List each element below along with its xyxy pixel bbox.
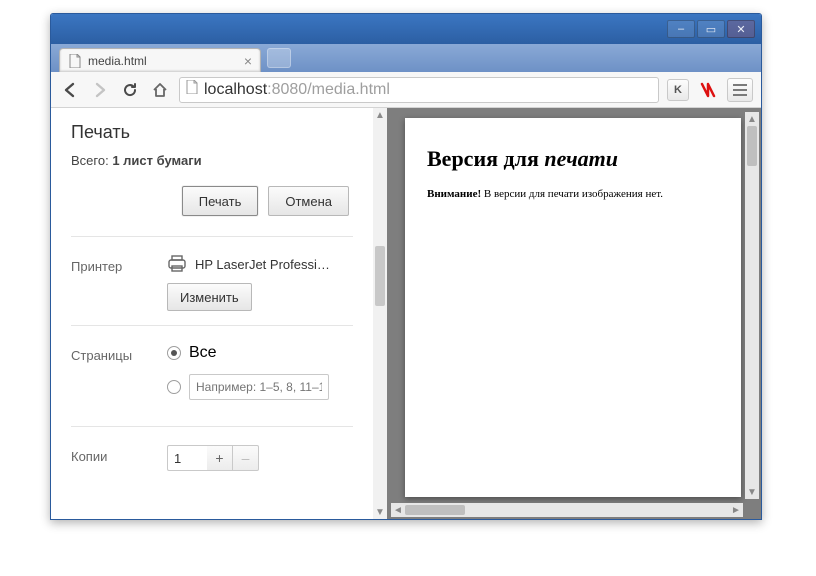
window-minimize-button[interactable]: – [667,20,695,38]
scroll-thumb[interactable] [405,505,465,515]
printer-row: HP LaserJet Professi… [167,255,353,273]
menu-button[interactable] [727,78,753,102]
print-button[interactable]: Печать [182,186,259,216]
copies-section: Копии + – [71,426,353,485]
address-bar[interactable]: localhost:8080/media.html [179,77,659,103]
nav-back-button[interactable] [59,79,81,101]
preview-scrollbar-vertical[interactable]: ▲ ▼ [745,112,759,499]
pages-range-radio[interactable] [167,380,181,394]
print-preview: Версия для печати Внимание! В версии для… [387,108,761,519]
browser-tab[interactable]: media.html × [59,48,261,72]
url-host: localhost [204,81,267,98]
tab-title: media.html [88,54,238,68]
content-area: Печать Всего: 1 лист бумаги Печать Отмен… [51,108,761,519]
preview-warn-bold: Внимание! [427,188,481,200]
printer-name: HP LaserJet Professi… [195,257,330,272]
copies-stepper: + – [167,445,353,471]
tab-close-icon[interactable]: × [244,53,252,69]
window-titlebar: – ▭ ✕ [51,14,761,44]
print-panel: Печать Всего: 1 лист бумаги Печать Отмен… [51,108,387,519]
preview-paragraph: Внимание! В версии для печати изображени… [427,188,719,200]
scroll-left-icon[interactable]: ◄ [391,503,405,517]
printer-section: Принтер HP LaserJet Professi… Изменить [71,236,353,325]
printer-icon [167,255,187,273]
window-close-button[interactable]: ✕ [727,20,755,38]
scroll-thumb[interactable] [375,246,385,306]
print-total-value: 1 лист бумаги [112,153,201,168]
page-icon [68,53,82,69]
pages-all-label: Все [189,344,217,362]
nav-reload-button[interactable] [119,79,141,101]
copies-label: Копии [71,445,167,471]
preview-heading-normal: Версия для [427,146,544,171]
extension-k-button[interactable]: K [667,79,689,101]
url-text: localhost:8080/media.html [204,81,390,99]
preview-warn-rest: В версии для печати изображения нет. [481,188,663,200]
preview-heading-italic: печати [544,146,618,171]
url-port: :8080 [267,81,307,98]
window-maximize-button[interactable]: ▭ [697,20,725,38]
browser-window: – ▭ ✕ media.html × [50,13,762,520]
copies-plus-button[interactable]: + [207,445,233,471]
pages-range-input[interactable] [189,374,329,400]
url-path: /media.html [307,81,390,98]
nav-home-button[interactable] [149,79,171,101]
print-total-prefix: Всего: [71,153,112,168]
tab-strip: media.html × [51,44,761,72]
kaspersky-icon[interactable] [697,79,719,101]
scroll-up-icon[interactable]: ▲ [745,112,759,126]
scroll-right-icon[interactable]: ► [729,503,743,517]
nav-forward-button[interactable] [89,79,111,101]
print-actions: Печать Отмена [71,186,353,216]
new-tab-button[interactable] [267,48,291,68]
pages-section: Страницы Все [71,325,353,426]
print-total: Всего: 1 лист бумаги [71,153,353,168]
preview-page: Версия для печати Внимание! В версии для… [405,118,741,497]
preview-heading: Версия для печати [427,146,719,172]
scroll-thumb[interactable] [747,126,757,166]
preview-scrollbar-horizontal[interactable]: ◄ ► [391,503,743,517]
pages-all-radio[interactable] [167,346,181,360]
scroll-down-icon[interactable]: ▼ [373,505,387,519]
cancel-button[interactable]: Отмена [268,186,349,216]
change-printer-button[interactable]: Изменить [167,283,252,311]
copies-minus-button[interactable]: – [233,445,259,471]
print-panel-scrollbar[interactable]: ▲ ▼ [373,108,387,519]
scroll-down-icon[interactable]: ▼ [745,485,759,499]
pages-label: Страницы [71,344,167,412]
page-icon [186,80,198,99]
pages-range-row [167,374,353,400]
toolbar: localhost:8080/media.html K [51,72,761,108]
printer-label: Принтер [71,255,167,311]
pages-all-row: Все [167,344,353,362]
copies-input[interactable] [167,445,207,471]
scroll-up-icon[interactable]: ▲ [373,108,387,122]
print-title: Печать [71,122,353,143]
